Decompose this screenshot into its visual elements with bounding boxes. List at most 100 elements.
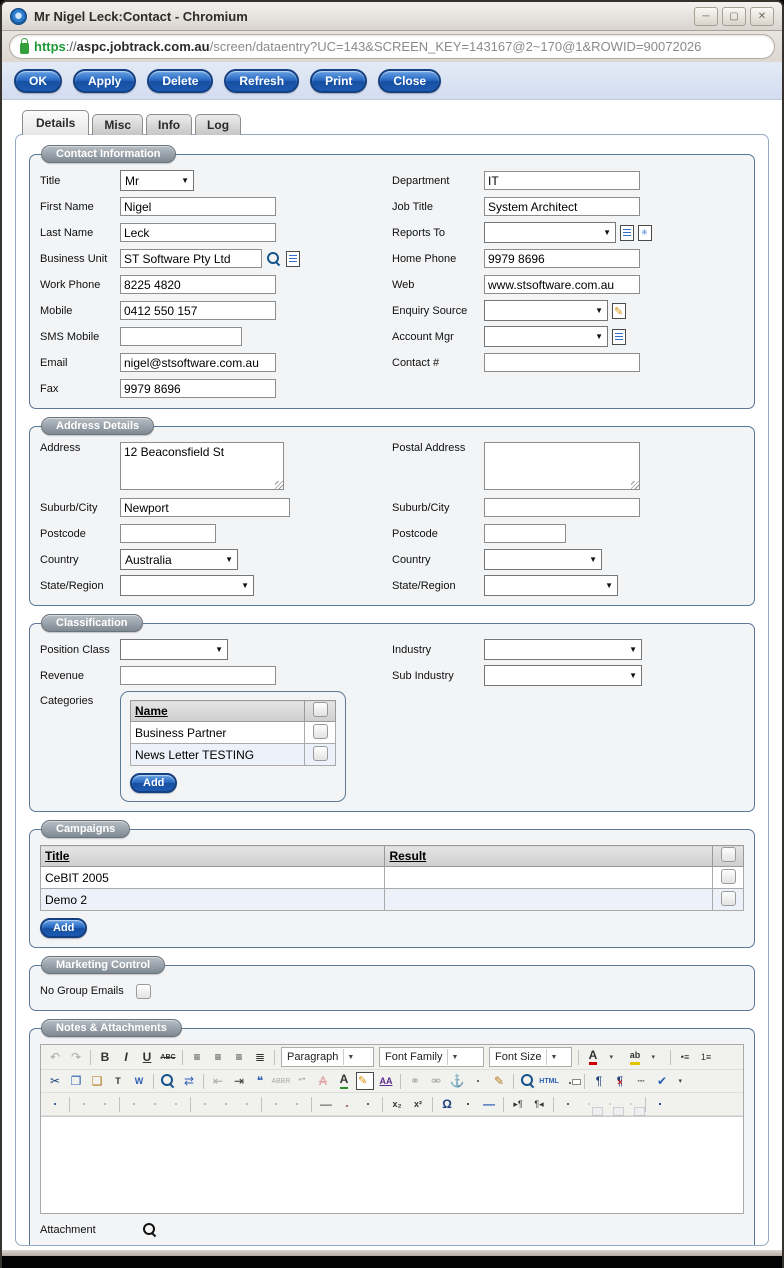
fullscreen-icon[interactable] xyxy=(650,1095,670,1113)
bullet-list-icon[interactable]: •≡ xyxy=(675,1048,695,1066)
find-icon[interactable] xyxy=(158,1072,178,1090)
ok-button[interactable]: OK xyxy=(14,68,62,93)
business-unit-input[interactable] xyxy=(120,249,262,268)
numbered-list-icon[interactable]: 1≡ xyxy=(696,1048,716,1066)
visual-aid-icon[interactable] xyxy=(558,1095,578,1113)
spellcheck-icon[interactable]: ✔ xyxy=(652,1072,672,1090)
find-replace-icon[interactable]: ⇄ xyxy=(179,1072,199,1090)
campaigns-title-header[interactable]: Title xyxy=(39,845,386,867)
print-button[interactable]: Print xyxy=(310,68,368,93)
horizontal-rule-icon[interactable]: — xyxy=(316,1095,336,1113)
tab-details[interactable]: Details xyxy=(22,110,90,135)
text-color-icon[interactable]: A xyxy=(583,1048,603,1066)
campaign-row-checkbox[interactable] xyxy=(720,890,736,906)
home-phone-input[interactable] xyxy=(484,249,640,268)
text-color-menu-icon[interactable]: ▾ xyxy=(604,1048,624,1066)
spellcheck-menu-icon[interactable]: ▾ xyxy=(673,1072,693,1090)
bold-icon[interactable]: B xyxy=(95,1048,115,1066)
attributes-icon[interactable] xyxy=(355,1072,375,1090)
align-right-icon[interactable]: ≡ xyxy=(229,1048,249,1066)
tab-misc[interactable]: Misc xyxy=(92,114,144,135)
advanced-hr-icon[interactable]: — xyxy=(479,1095,499,1113)
account-mgr-notes-icon[interactable] xyxy=(612,328,626,345)
category-row-checkbox[interactable] xyxy=(312,723,328,739)
print-icon[interactable] xyxy=(560,1072,581,1090)
mobile-input[interactable] xyxy=(120,301,276,320)
visual-chars-icon[interactable]: ¶ xyxy=(610,1072,630,1090)
minimize-button[interactable]: ─ xyxy=(694,6,718,26)
paste-icon[interactable]: ❑ xyxy=(87,1072,107,1090)
italic-icon[interactable]: I xyxy=(116,1048,136,1066)
state-region-select[interactable]: ▼ xyxy=(120,575,254,596)
revenue-input[interactable] xyxy=(120,666,276,685)
underline-icon[interactable]: U xyxy=(137,1048,157,1066)
attachment-search-icon[interactable] xyxy=(142,1222,159,1239)
resize-handle-icon[interactable] xyxy=(631,481,639,489)
font-size-select[interactable]: Font Size ▼ xyxy=(489,1047,572,1067)
business-unit-notes-icon[interactable] xyxy=(286,250,300,267)
copy-icon[interactable]: ❐ xyxy=(66,1072,86,1090)
postal-postal-address-textarea[interactable] xyxy=(484,442,640,490)
job-title-input[interactable] xyxy=(484,197,640,216)
no-group-emails-checkbox[interactable] xyxy=(136,983,151,999)
ins-icon[interactable]: A xyxy=(334,1072,354,1090)
anchor-icon[interactable]: ⚓ xyxy=(447,1072,467,1090)
business-unit-search-icon[interactable] xyxy=(266,251,282,267)
close-button[interactable]: Close xyxy=(378,68,442,93)
address-bar[interactable]: https://aspc.jobtrack.com.au/screen/data… xyxy=(9,34,775,59)
resize-handle-icon[interactable] xyxy=(275,481,283,489)
notes-editor-content[interactable] xyxy=(41,1116,743,1213)
campaigns-add-button[interactable]: Add xyxy=(40,918,88,938)
first-name-input[interactable] xyxy=(120,197,276,216)
close-button[interactable]: ✕ xyxy=(750,6,774,26)
refresh-button[interactable]: Refresh xyxy=(224,68,300,93)
enquiry-source-select[interactable]: ▼ xyxy=(484,300,608,321)
suburb-city-input[interactable] xyxy=(120,498,290,517)
campaigns-result-header[interactable]: Result xyxy=(384,845,713,867)
highlight-color-menu-icon[interactable]: ▾ xyxy=(646,1048,666,1066)
country-select[interactable]: Australia ▼ xyxy=(120,549,238,570)
indent-icon[interactable]: ⇥ xyxy=(229,1072,249,1090)
tab-log[interactable]: Log xyxy=(195,114,242,135)
cut-icon[interactable]: ✂ xyxy=(45,1072,65,1090)
highlight-color-icon[interactable]: ab xyxy=(625,1048,645,1066)
font-family-select[interactable]: Font Family ▼ xyxy=(379,1047,484,1067)
reports-to-new-icon[interactable] xyxy=(638,224,652,241)
rtl-icon[interactable]: ¶◂ xyxy=(529,1095,549,1113)
maximize-button[interactable]: ▢ xyxy=(722,6,746,26)
postal-state-region-select[interactable]: ▼ xyxy=(484,575,618,596)
special-char-icon[interactable]: Ω xyxy=(437,1095,457,1113)
account-mgr-select[interactable]: ▼ xyxy=(484,326,608,347)
category-row-checkbox[interactable] xyxy=(312,745,328,761)
categories-select-all-checkbox[interactable] xyxy=(312,702,328,717)
char-style-icon[interactable]: AA xyxy=(376,1072,396,1090)
align-justify-icon[interactable]: ≣ xyxy=(250,1048,270,1066)
categories-add-button[interactable]: Add xyxy=(130,773,178,793)
html-source-icon[interactable]: HTML xyxy=(539,1072,559,1090)
position-class-select[interactable]: ▼ xyxy=(120,639,228,660)
superscript-icon[interactable]: x² xyxy=(408,1095,428,1113)
reports-to-notes-icon[interactable] xyxy=(620,224,634,241)
sub-industry-select[interactable]: ▼ xyxy=(484,665,642,686)
insert-table-icon[interactable] xyxy=(45,1095,65,1113)
paragraph-icon[interactable]: ¶ xyxy=(589,1072,609,1090)
paste-as-text-icon[interactable]: T xyxy=(108,1072,128,1090)
contact-input[interactable] xyxy=(484,353,640,372)
blockquote-icon[interactable]: ❝ xyxy=(250,1072,270,1090)
page-break-icon[interactable]: ┄ xyxy=(631,1072,651,1090)
align-left-icon[interactable]: ≡ xyxy=(187,1048,207,1066)
campaigns-select-all-checkbox[interactable] xyxy=(720,847,736,862)
format-select[interactable]: Paragraph ▼ xyxy=(281,1047,374,1067)
address-textarea[interactable]: 12 Beaconsfield St xyxy=(120,442,284,490)
cleanup-icon[interactable]: ✎ xyxy=(489,1072,509,1090)
paste-from-word-icon[interactable]: W xyxy=(129,1072,149,1090)
reports-to-select[interactable]: ▼ xyxy=(484,222,616,243)
work-phone-input[interactable] xyxy=(120,275,276,294)
categories-name-header[interactable]: Name xyxy=(130,700,305,722)
media-icon[interactable] xyxy=(458,1095,478,1113)
subscript-icon[interactable]: x₂ xyxy=(387,1095,407,1113)
title-select[interactable]: Mr ▼ xyxy=(120,170,194,191)
campaign-row-checkbox[interactable] xyxy=(720,868,736,884)
align-center-icon[interactable]: ≡ xyxy=(208,1048,228,1066)
delete-button[interactable]: Delete xyxy=(147,68,214,93)
